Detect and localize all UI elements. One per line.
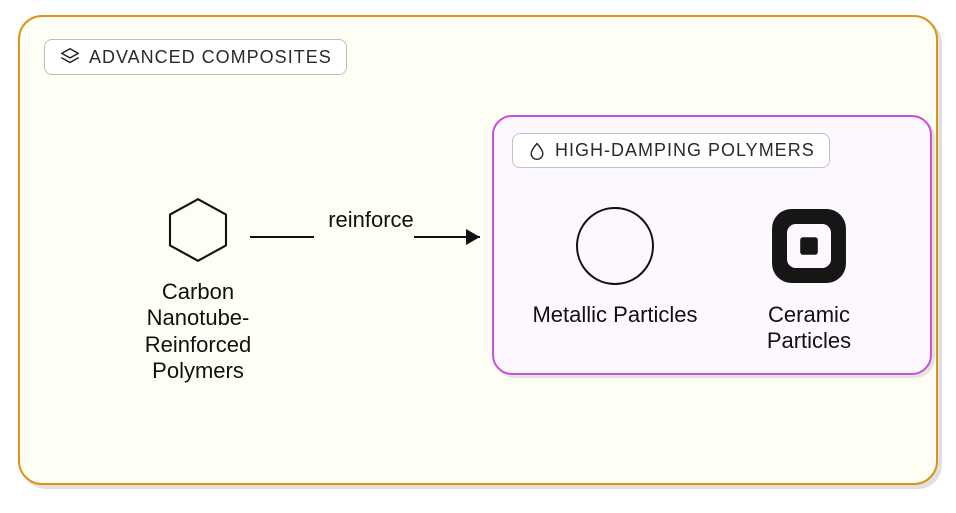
high-damping-polymers-title: HIGH-DAMPING POLYMERS — [555, 140, 815, 161]
hexagon-icon — [163, 195, 233, 265]
square-nested-icon — [724, 203, 894, 288]
cnt-label: Carbon Nanotube-Reinforced Polymers — [108, 279, 288, 385]
reinforce-edge: reinforce — [246, 217, 496, 257]
metallic-particles-node: Metallic Particles — [530, 203, 700, 328]
metallic-particles-label: Metallic Particles — [530, 302, 700, 328]
drop-icon — [527, 141, 547, 161]
circle-icon — [530, 203, 700, 288]
edge-label: reinforce — [246, 207, 496, 233]
ceramic-particles-node: Ceramic Particles — [724, 203, 894, 355]
advanced-composites-badge: ADVANCED COMPOSITES — [44, 39, 347, 75]
ceramic-particles-label: Ceramic Particles — [724, 302, 894, 355]
high-damping-polymers-group: HIGH-DAMPING POLYMERS Metallic Particles… — [492, 115, 932, 375]
particles-row: Metallic Particles Ceramic Particles — [494, 203, 930, 355]
layers-icon — [59, 46, 81, 68]
advanced-composites-group: ADVANCED COMPOSITES Carbon Nanotube-Rein… — [18, 15, 938, 485]
advanced-composites-title: ADVANCED COMPOSITES — [89, 47, 332, 68]
high-damping-polymers-badge: HIGH-DAMPING POLYMERS — [512, 133, 830, 168]
